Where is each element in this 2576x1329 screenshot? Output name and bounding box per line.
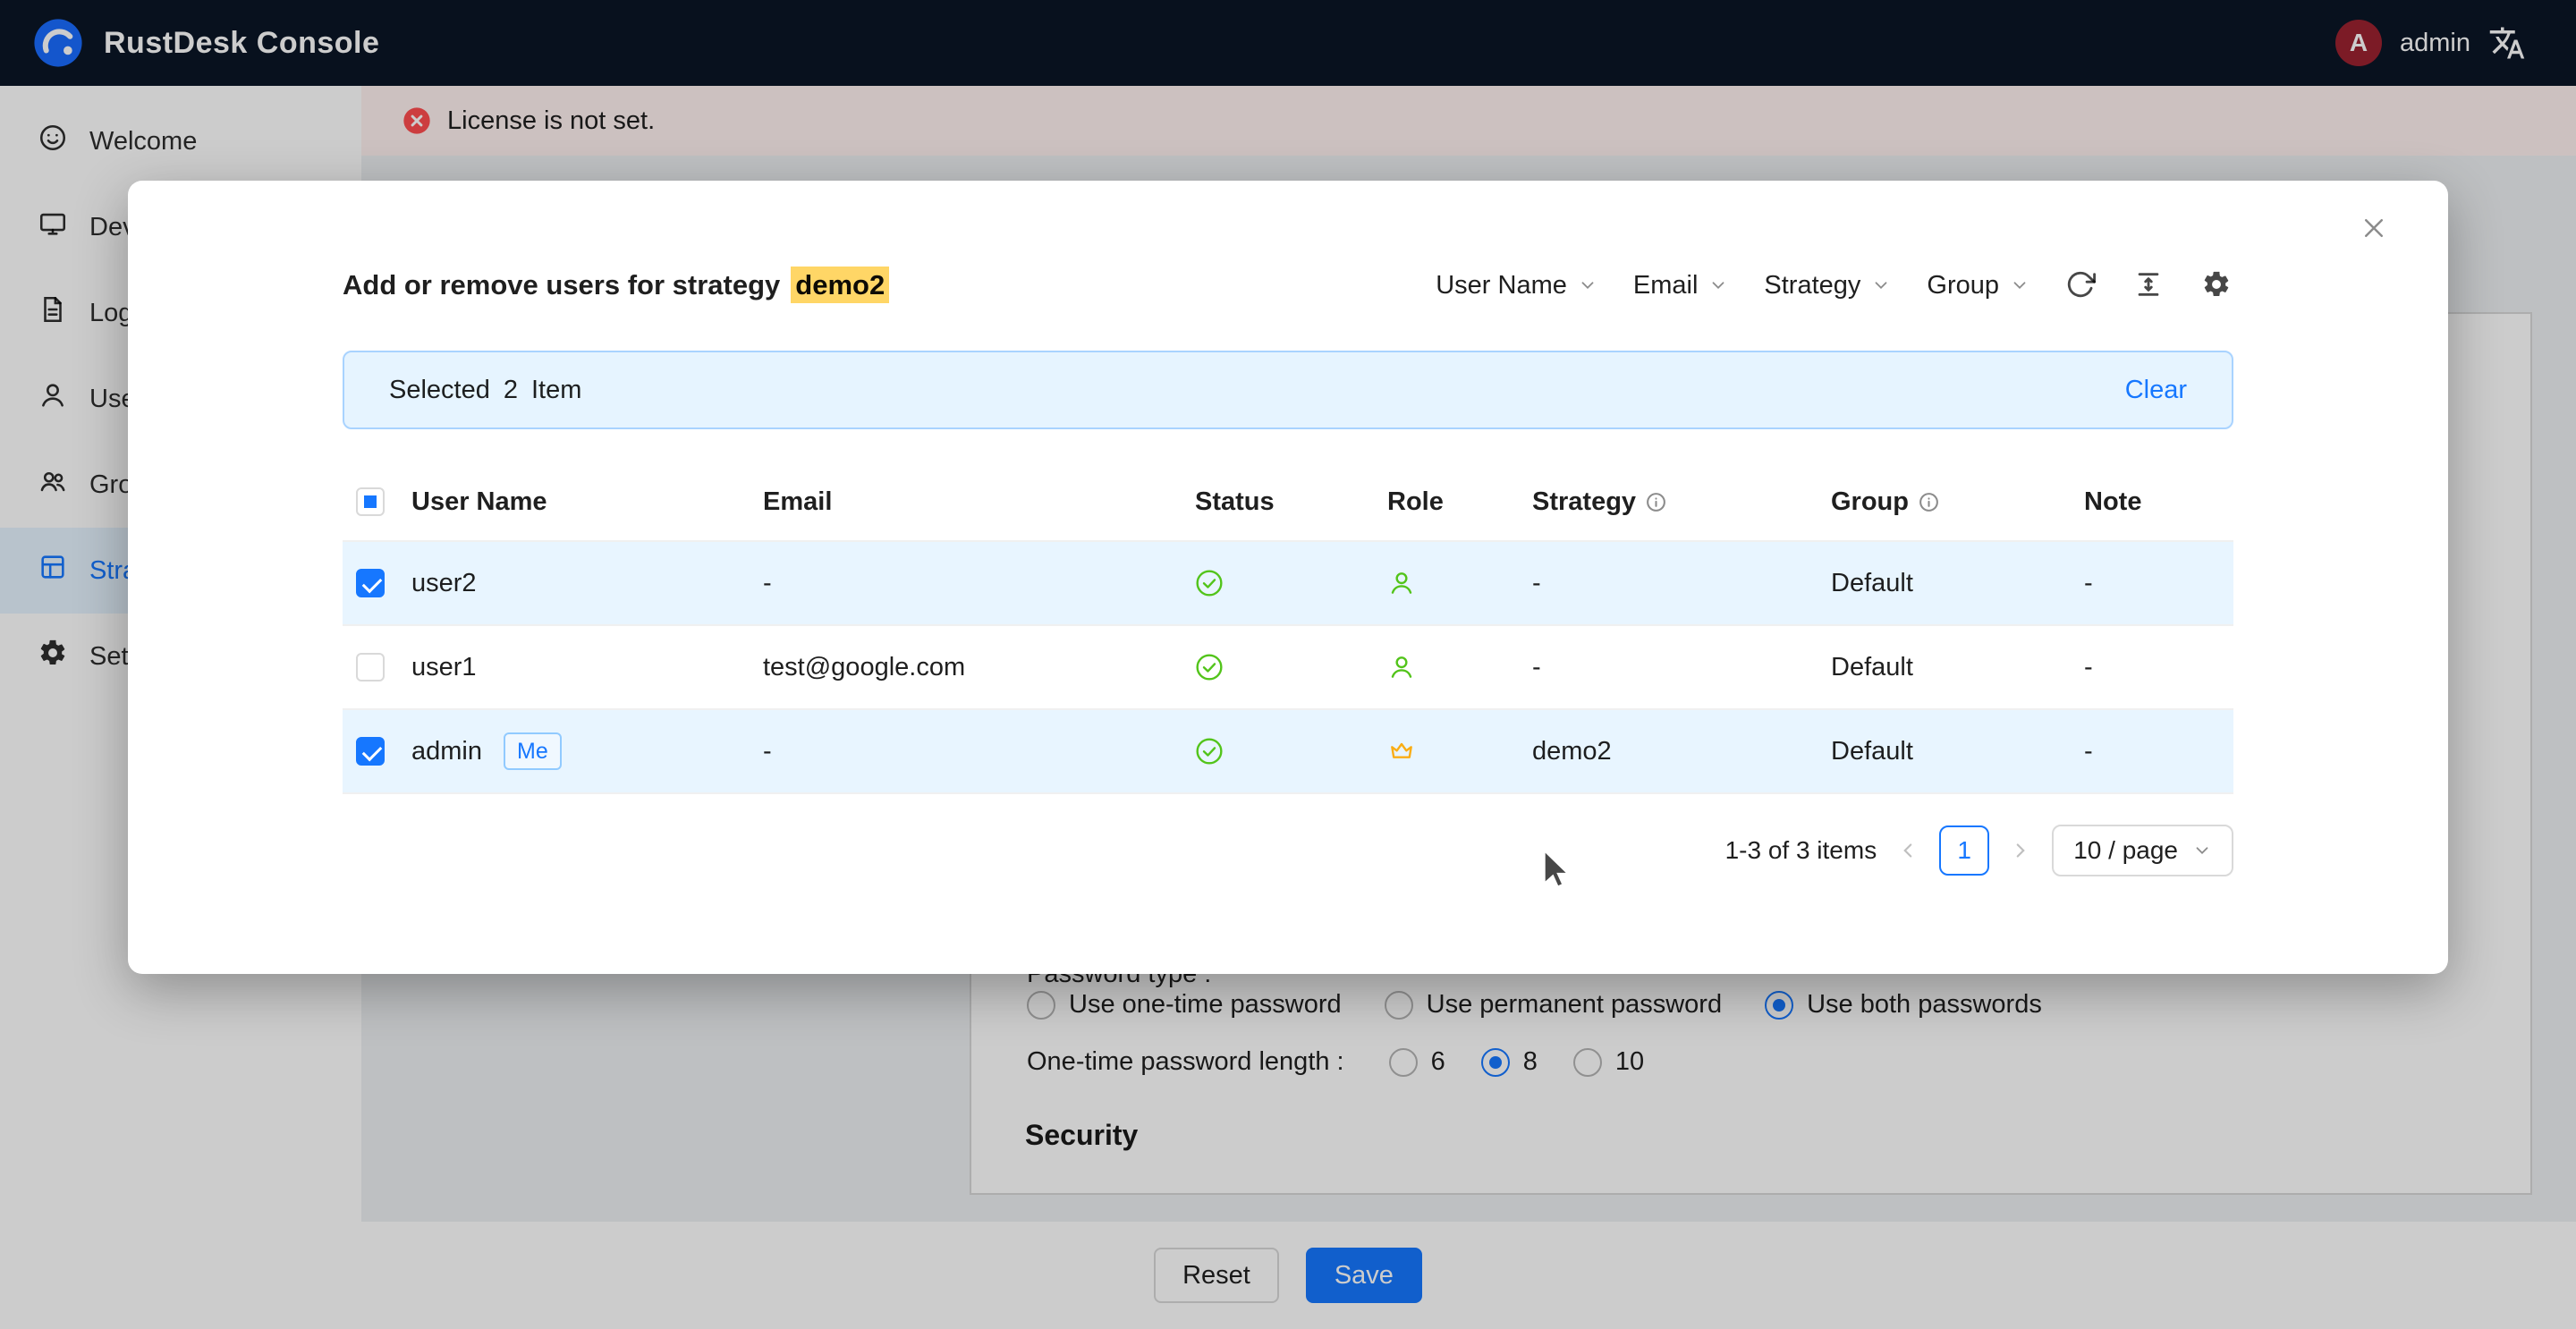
cell-status — [1182, 653, 1374, 681]
page-size-select[interactable]: 10 / page — [2052, 825, 2233, 876]
cell-user-name: user2 — [398, 569, 750, 598]
cell-email: - — [750, 737, 1182, 766]
refresh-icon[interactable] — [2065, 269, 2097, 301]
strategy-name-highlight: demo2 — [791, 267, 889, 303]
add-remove-users-modal: Add or remove users for strategydemo2 Us… — [128, 181, 2448, 974]
cell-role — [1374, 737, 1519, 766]
col-group: Group — [1818, 487, 2071, 517]
role-user-icon — [1387, 569, 1416, 597]
cell-strategy: - — [1519, 653, 1818, 682]
info-icon — [1918, 491, 1940, 513]
close-icon[interactable] — [2360, 215, 2400, 254]
chevron-down-icon — [2010, 275, 2029, 295]
status-ok-icon — [1195, 569, 1224, 597]
status-ok-icon — [1195, 737, 1224, 766]
col-email: Email — [750, 487, 1182, 517]
filter-toolbar: User Name Email Strategy Group — [1436, 269, 2233, 301]
selection-count: Selected 2 Item — [389, 376, 581, 405]
modal-header: Add or remove users for strategydemo2 Us… — [343, 258, 2233, 313]
cell-email: test@google.com — [750, 653, 1182, 682]
cell-email: - — [750, 569, 1182, 598]
cell-group: Default — [1818, 569, 2071, 598]
cell-note: - — [2071, 653, 2233, 682]
filter-email[interactable]: Email — [1633, 271, 1729, 301]
table-header-row: User Name Email Status Role Strategy Gro… — [343, 463, 2233, 542]
chevron-down-icon — [2192, 841, 2212, 860]
chevron-down-icon — [1871, 275, 1891, 295]
cell-group: Default — [1818, 653, 2071, 682]
mouse-cursor — [1540, 848, 1576, 894]
cell-status — [1182, 569, 1374, 597]
row-checkbox[interactable] — [356, 653, 385, 681]
pagination: 1-3 of 3 items 1 10 / page — [343, 825, 2233, 876]
modal-title: Add or remove users for strategydemo2 — [343, 269, 889, 301]
cell-user-name: user1 — [398, 653, 750, 682]
density-icon[interactable] — [2133, 269, 2165, 301]
selection-bar: Selected 2 Item Clear — [343, 351, 2233, 429]
next-page-icon[interactable] — [2009, 839, 2032, 862]
cell-note: - — [2071, 737, 2233, 766]
users-table: User Name Email Status Role Strategy Gro… — [343, 463, 2233, 794]
col-user-name: User Name — [398, 487, 750, 517]
row-checkbox[interactable] — [356, 569, 385, 597]
settings-icon[interactable] — [2201, 269, 2233, 301]
chevron-down-icon — [1708, 275, 1728, 295]
cell-role — [1374, 569, 1519, 597]
table-row-user2[interactable]: user2 - - Default - — [343, 542, 2233, 626]
filter-user-name[interactable]: User Name — [1436, 271, 1597, 301]
cell-role — [1374, 653, 1519, 681]
pagination-total: 1-3 of 3 items — [1725, 836, 1877, 865]
cell-user-name: admin Me — [398, 732, 750, 771]
chevron-down-icon — [1578, 275, 1597, 295]
col-status: Status — [1182, 487, 1374, 517]
filter-group[interactable]: Group — [1927, 271, 2029, 301]
col-role: Role — [1374, 487, 1519, 517]
cell-status — [1182, 737, 1374, 766]
info-icon — [1645, 491, 1667, 513]
status-ok-icon — [1195, 653, 1224, 681]
table-row-user1[interactable]: user1 test@google.com - Default - — [343, 626, 2233, 710]
row-checkbox[interactable] — [356, 737, 385, 766]
table-row-admin[interactable]: admin Me - demo2 Default - — [343, 710, 2233, 794]
prev-page-icon[interactable] — [1896, 839, 1919, 862]
clear-selection-link[interactable]: Clear — [2125, 376, 2187, 405]
cell-group: Default — [1818, 737, 2071, 766]
role-user-icon — [1387, 653, 1416, 681]
me-badge: Me — [504, 732, 562, 771]
page-root: RustDesk Console A admin Welcome Devices… — [0, 0, 2576, 1329]
role-admin-crown-icon — [1387, 737, 1416, 766]
col-note: Note — [2071, 487, 2233, 517]
filter-strategy[interactable]: Strategy — [1764, 271, 1891, 301]
cell-strategy: - — [1519, 569, 1818, 598]
cell-strategy: demo2 — [1519, 737, 1818, 766]
page-number[interactable]: 1 — [1939, 825, 1989, 876]
cell-note: - — [2071, 569, 2233, 598]
col-strategy: Strategy — [1519, 487, 1818, 517]
select-all-checkbox[interactable] — [356, 487, 385, 516]
